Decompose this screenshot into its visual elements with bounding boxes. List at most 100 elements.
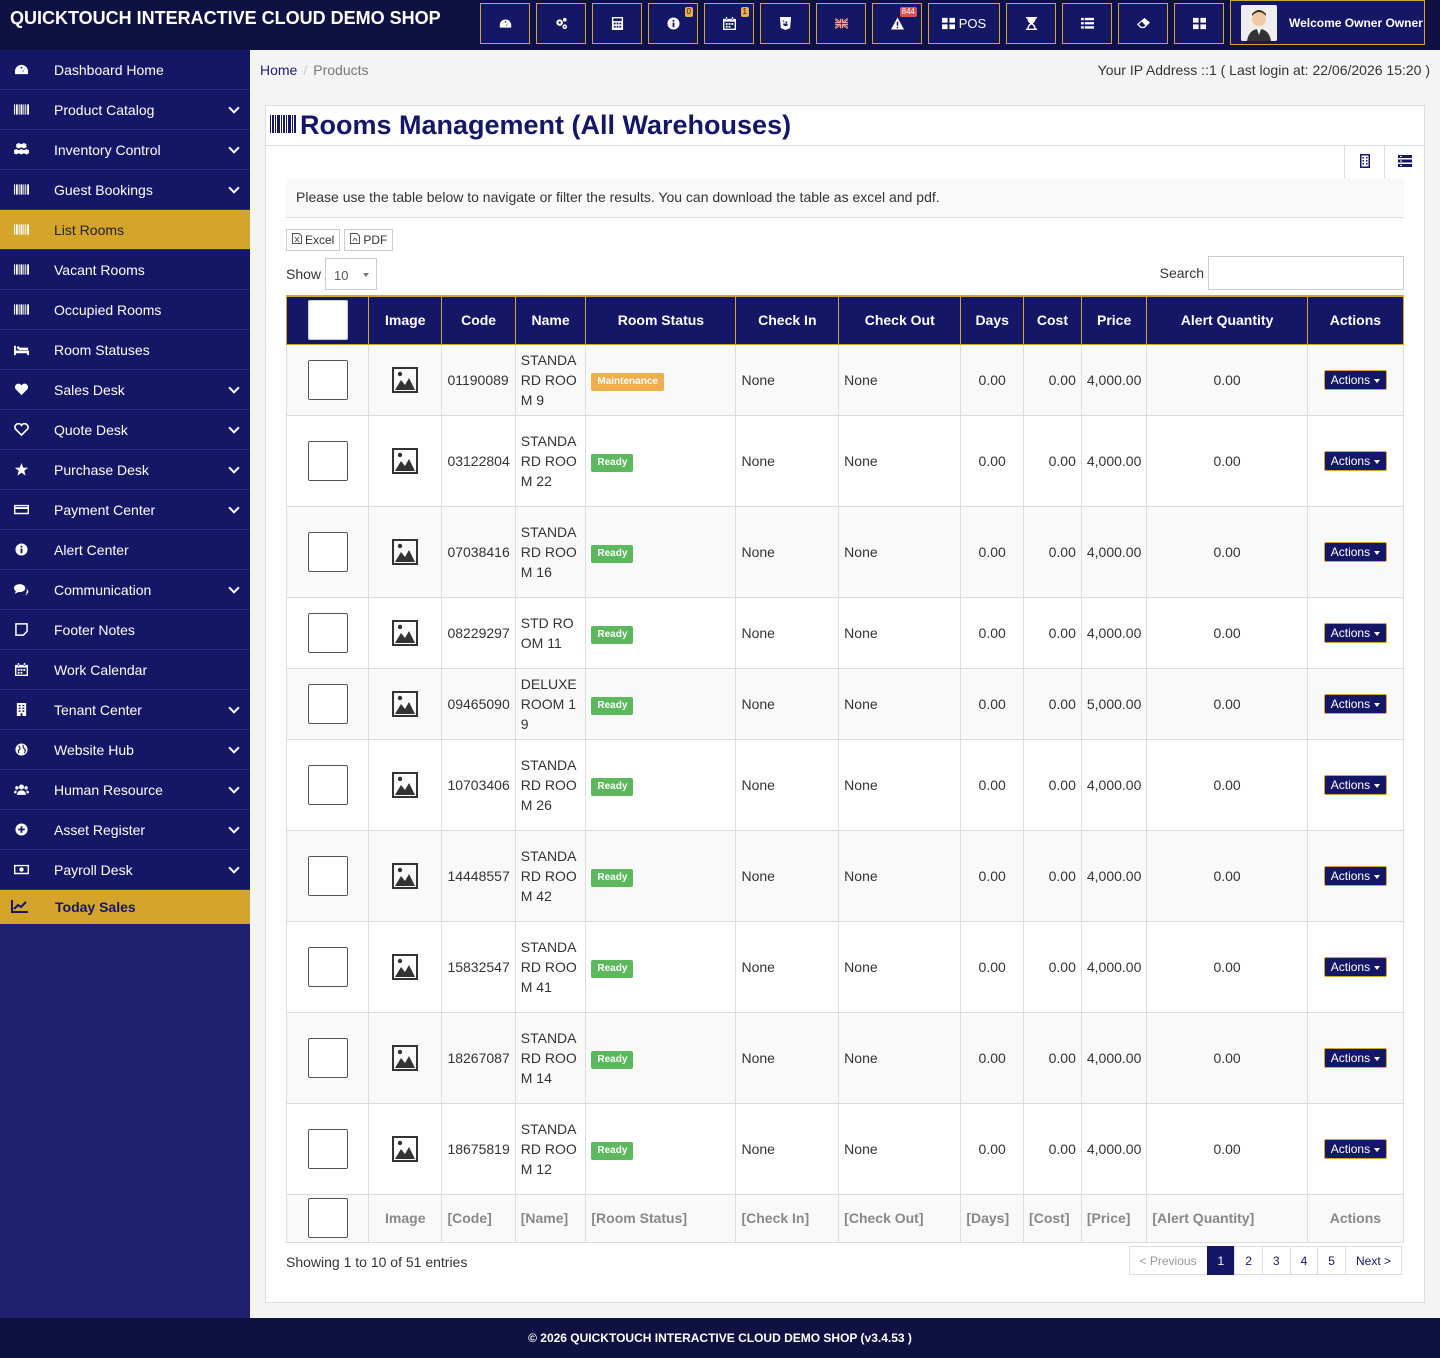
actions-dropdown-button[interactable]: Actions bbox=[1323, 1048, 1388, 1068]
column-filter-code[interactable]: [Code] bbox=[441, 1193, 516, 1243]
sidebar-item-communication[interactable]: Communication bbox=[0, 570, 250, 610]
sidebar-item-vacant-rooms[interactable]: Vacant Rooms bbox=[0, 250, 250, 290]
chevron-down-icon[interactable] bbox=[228, 742, 240, 754]
search-input[interactable] bbox=[1208, 256, 1404, 290]
chevron-down-icon[interactable] bbox=[228, 462, 240, 474]
previous-page-button[interactable]: < Previous bbox=[1128, 1246, 1208, 1275]
footer-checkbox[interactable] bbox=[307, 1198, 348, 1238]
chevron-down-icon[interactable] bbox=[228, 582, 240, 594]
page-button-1[interactable]: 1 bbox=[1206, 1246, 1236, 1275]
image-placeholder-icon[interactable] bbox=[374, 1044, 436, 1071]
sidebar-item-dashboard-home[interactable]: Dashboard Home bbox=[0, 50, 250, 90]
actions-dropdown-button[interactable]: Actions bbox=[1323, 1139, 1388, 1159]
sidebar-item-website-hub[interactable]: Website Hub bbox=[0, 730, 250, 770]
image-placeholder-icon[interactable] bbox=[374, 862, 436, 889]
eraser-button[interactable] bbox=[1118, 3, 1168, 44]
actions-dropdown-button[interactable]: Actions bbox=[1323, 623, 1388, 643]
row-checkbox[interactable] bbox=[307, 612, 348, 653]
sidebar-item-inventory-control[interactable]: Inventory Control bbox=[0, 130, 250, 170]
pos-button[interactable]: POS bbox=[928, 3, 1000, 44]
sidebar-item-quote-desk[interactable]: Quote Desk bbox=[0, 410, 250, 450]
row-checkbox[interactable] bbox=[307, 946, 348, 987]
column-header-price[interactable]: Price bbox=[1080, 295, 1148, 345]
hourglass-button[interactable] bbox=[1006, 3, 1056, 44]
calendar-button[interactable]: 1 bbox=[704, 3, 754, 44]
chevron-down-icon[interactable] bbox=[228, 502, 240, 514]
next-page-button[interactable]: Next > bbox=[1344, 1246, 1402, 1275]
column-header-days[interactable]: Days bbox=[960, 295, 1025, 345]
column-header-code[interactable]: Code bbox=[441, 295, 516, 345]
today-sales-link[interactable]: Today Sales bbox=[0, 890, 250, 924]
sidebar-item-room-statuses[interactable]: Room Statuses bbox=[0, 330, 250, 370]
sidebar-item-human-resource[interactable]: Human Resource bbox=[0, 770, 250, 810]
sidebar-item-tenant-center[interactable]: Tenant Center bbox=[0, 690, 250, 730]
chevron-down-icon[interactable] bbox=[228, 782, 240, 794]
pdf-export-button[interactable]: PDF bbox=[344, 229, 394, 251]
actions-dropdown-button[interactable]: Actions bbox=[1323, 866, 1388, 886]
sidebar-item-sales-desk[interactable]: Sales Desk bbox=[0, 370, 250, 410]
image-placeholder-icon[interactable] bbox=[374, 690, 436, 717]
image-placeholder-icon[interactable] bbox=[374, 953, 436, 980]
sidebar-item-payroll-desk[interactable]: Payroll Desk bbox=[0, 850, 250, 890]
cogs-button[interactable] bbox=[536, 3, 586, 44]
flag-uk-button[interactable] bbox=[816, 3, 866, 44]
row-checkbox[interactable] bbox=[307, 855, 348, 896]
user-menu-button[interactable]: Welcome Owner Owner bbox=[1230, 0, 1425, 45]
chevron-down-icon[interactable] bbox=[228, 862, 240, 874]
row-checkbox[interactable] bbox=[307, 683, 348, 724]
column-filter-check-in[interactable]: [Check In] bbox=[735, 1193, 840, 1243]
actions-dropdown-button[interactable]: Actions bbox=[1323, 694, 1388, 714]
column-filter-alert-quantity[interactable]: [Alert Quantity] bbox=[1146, 1193, 1308, 1243]
image-placeholder-icon[interactable] bbox=[374, 538, 436, 565]
column-filter-cost[interactable]: [Cost] bbox=[1023, 1193, 1082, 1243]
brand-title[interactable]: QUICKTOUCH INTERACTIVE CLOUD DEMO SHOP bbox=[10, 8, 441, 29]
page-button-3[interactable]: 3 bbox=[1261, 1246, 1291, 1275]
sidebar-item-alert-center[interactable]: Alert Center bbox=[0, 530, 250, 570]
actions-dropdown-button[interactable]: Actions bbox=[1323, 451, 1388, 471]
sidebar-item-purchase-desk[interactable]: Purchase Desk bbox=[0, 450, 250, 490]
row-checkbox[interactable] bbox=[307, 359, 348, 400]
page-button-4[interactable]: 4 bbox=[1289, 1246, 1319, 1275]
column-filter-price[interactable]: [Price] bbox=[1080, 1193, 1148, 1243]
actions-dropdown-button[interactable]: Actions bbox=[1323, 370, 1388, 390]
column-header-check-out[interactable]: Check Out bbox=[838, 295, 962, 345]
row-checkbox[interactable] bbox=[307, 440, 348, 481]
row-checkbox[interactable] bbox=[307, 531, 348, 572]
column-header-cost[interactable]: Cost bbox=[1023, 295, 1082, 345]
breadcrumb-home[interactable]: Home bbox=[260, 62, 297, 78]
column-filter-name[interactable]: [Name] bbox=[514, 1193, 587, 1243]
sidebar-item-payment-center[interactable]: Payment Center bbox=[0, 490, 250, 530]
list-view-button[interactable] bbox=[1384, 146, 1424, 178]
select-all-checkbox[interactable] bbox=[307, 300, 348, 341]
chevron-down-icon[interactable] bbox=[228, 422, 240, 434]
row-checkbox[interactable] bbox=[307, 1037, 348, 1078]
image-placeholder-icon[interactable] bbox=[374, 366, 436, 393]
actions-dropdown-button[interactable]: Actions bbox=[1323, 957, 1388, 977]
chevron-down-icon[interactable] bbox=[228, 702, 240, 714]
image-placeholder-icon[interactable] bbox=[374, 619, 436, 646]
chevron-down-icon[interactable] bbox=[228, 822, 240, 834]
image-placeholder-icon[interactable] bbox=[374, 1135, 436, 1162]
row-checkbox[interactable] bbox=[307, 764, 348, 805]
calculator-button[interactable] bbox=[592, 3, 642, 44]
sidebar-item-list-rooms[interactable]: List Rooms bbox=[0, 210, 250, 250]
column-header-room-status[interactable]: Room Status bbox=[585, 295, 737, 345]
image-placeholder-icon[interactable] bbox=[374, 447, 436, 474]
page-length-select[interactable]: 10 bbox=[325, 258, 378, 290]
warning-button[interactable]: 844 bbox=[872, 3, 922, 44]
actions-dropdown-button[interactable]: Actions bbox=[1323, 542, 1388, 562]
sidebar-item-product-catalog[interactable]: Product Catalog bbox=[0, 90, 250, 130]
sidebar-item-occupied-rooms[interactable]: Occupied Rooms bbox=[0, 290, 250, 330]
actions-dropdown-button[interactable]: Actions bbox=[1323, 775, 1388, 795]
building-view-button[interactable] bbox=[1344, 146, 1384, 178]
sidebar-item-guest-bookings[interactable]: Guest Bookings bbox=[0, 170, 250, 210]
page-button-5[interactable]: 5 bbox=[1317, 1246, 1346, 1275]
chevron-down-icon[interactable] bbox=[228, 182, 240, 194]
dashboard-button[interactable] bbox=[480, 3, 530, 44]
excel-export-button[interactable]: Excel bbox=[286, 229, 341, 251]
sidebar-item-footer-notes[interactable]: Footer Notes bbox=[0, 610, 250, 650]
column-filter-days[interactable]: [Days] bbox=[960, 1193, 1025, 1243]
grid-button[interactable] bbox=[1174, 3, 1224, 44]
page-button-2[interactable]: 2 bbox=[1234, 1246, 1263, 1275]
chevron-down-icon[interactable] bbox=[228, 102, 240, 114]
